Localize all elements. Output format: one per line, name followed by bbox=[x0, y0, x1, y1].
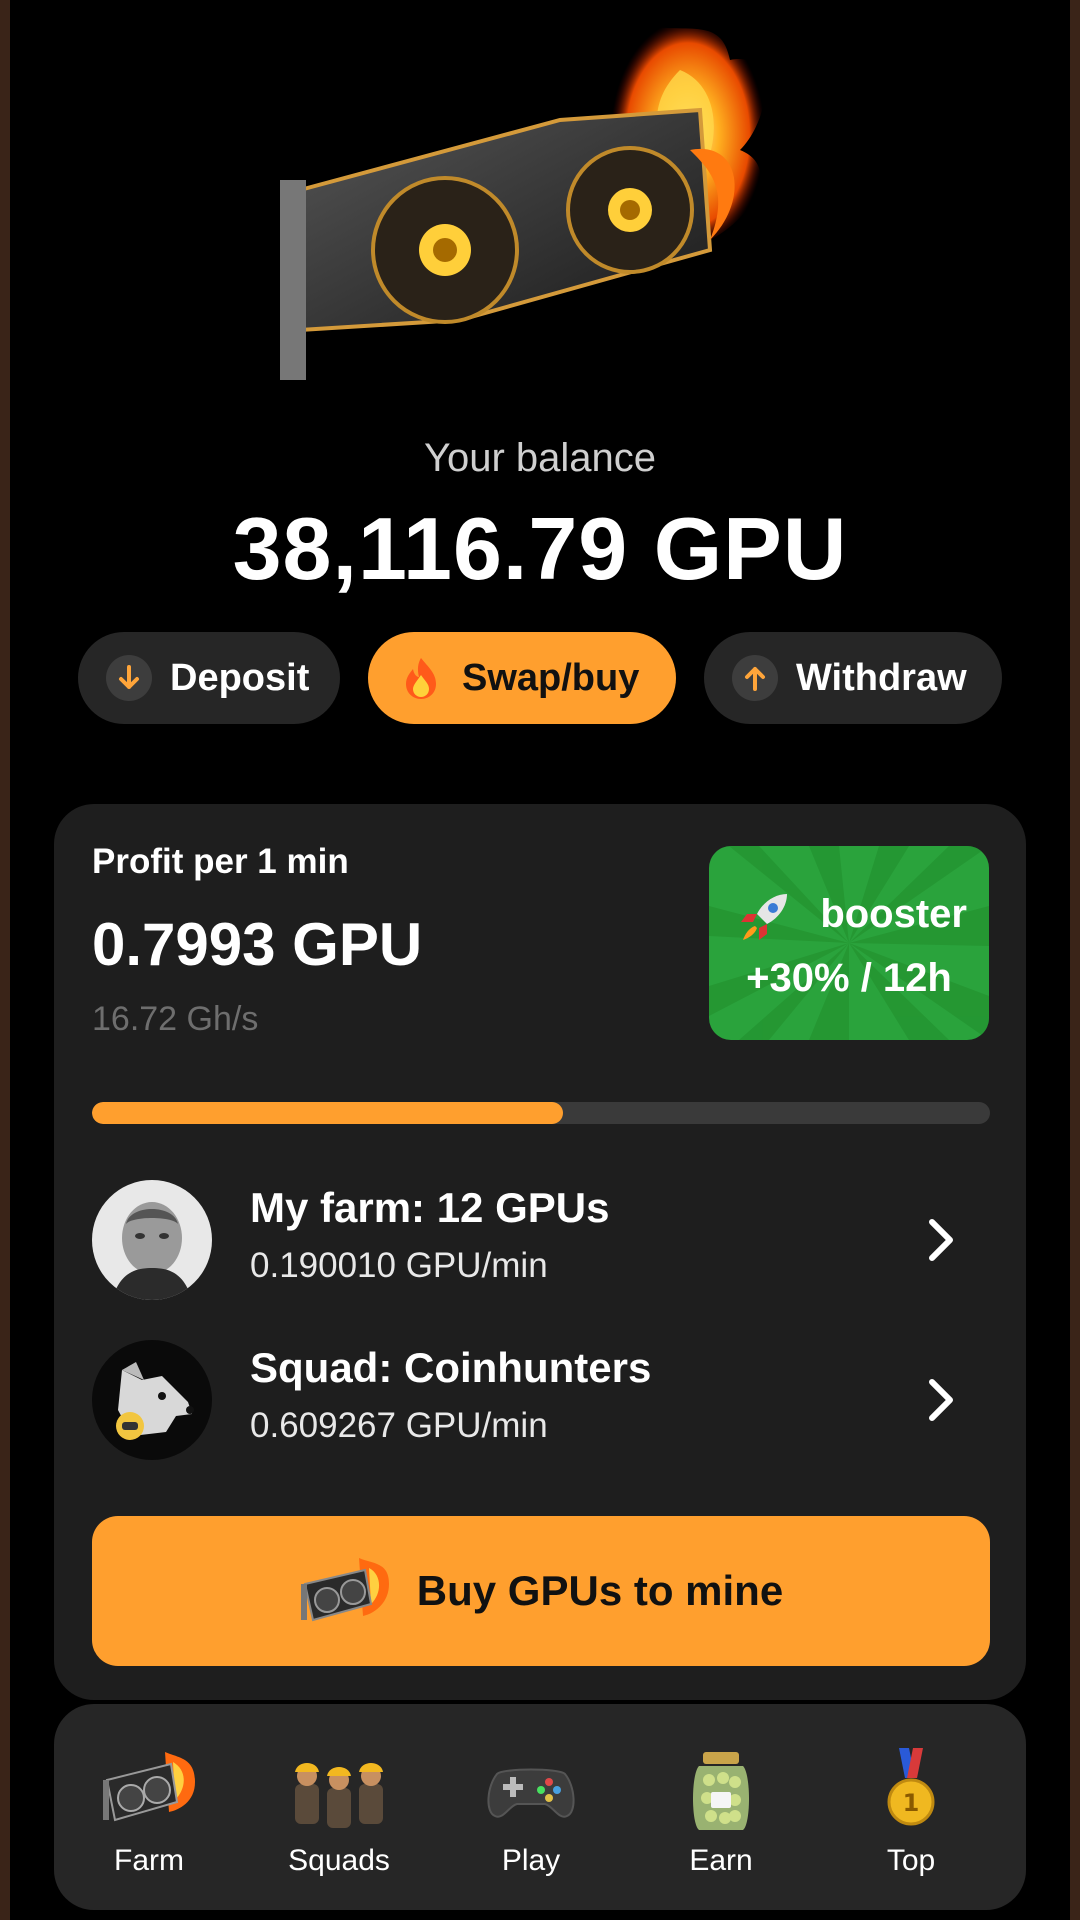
chevron-right-icon bbox=[929, 1379, 953, 1421]
fire-icon bbox=[406, 658, 436, 699]
my-farm-row[interactable]: My farm: 12 GPUs 0.190010 GPU/min bbox=[92, 1180, 990, 1300]
avatar bbox=[92, 1180, 212, 1300]
nav-play-label: Play bbox=[501, 1844, 561, 1877]
right-edge bbox=[1070, 0, 1080, 1920]
bottom-nav: Farm Squads Play Earn 1 Top bbox=[54, 1704, 1026, 1910]
swap-buy-label: Swap/buy bbox=[462, 656, 640, 699]
nav-squads[interactable]: Squads bbox=[244, 1704, 434, 1910]
profit-label: Profit per 1 min bbox=[92, 842, 349, 881]
nav-farm-label: Farm bbox=[114, 1844, 184, 1877]
chevron-right-icon bbox=[929, 1219, 953, 1261]
action-bar: Deposit Swap/buy Withdraw bbox=[78, 632, 1002, 724]
buy-gpus-button[interactable]: Buy GPUs to mine bbox=[92, 1516, 990, 1666]
progress-fill bbox=[92, 1102, 564, 1124]
medal-icon: 1 bbox=[887, 1748, 935, 1826]
svg-text:1: 1 bbox=[903, 1789, 920, 1817]
jar-icon bbox=[693, 1752, 749, 1830]
squad-rate: 0.609267 GPU/min bbox=[250, 1406, 548, 1445]
balance-label: Your balance bbox=[423, 436, 657, 480]
arrow-down-icon bbox=[106, 655, 152, 701]
booster-button[interactable]: booster +30% / 12h bbox=[709, 846, 989, 1040]
booster-detail: +30% / 12h bbox=[746, 956, 952, 1000]
swap-buy-button[interactable]: Swap/buy bbox=[368, 632, 676, 724]
deposit-label: Deposit bbox=[170, 656, 310, 699]
arrow-up-icon bbox=[732, 655, 778, 701]
withdraw-label: Withdraw bbox=[796, 656, 967, 699]
gamepad-icon bbox=[487, 1768, 575, 1818]
gpu-fire-icon bbox=[103, 1752, 195, 1822]
gpu-fire-icon bbox=[300, 1558, 389, 1622]
nav-top-label: Top bbox=[886, 1844, 936, 1877]
left-edge bbox=[0, 0, 10, 1920]
my-farm-title: My farm: 12 GPUs bbox=[250, 1184, 610, 1231]
miners-icon bbox=[295, 1763, 383, 1828]
booster-title: booster bbox=[820, 892, 967, 936]
balance-value: 38,116.79 GPU bbox=[232, 499, 848, 598]
nav-play[interactable]: Play bbox=[436, 1704, 626, 1910]
profit-card: Profit per 1 min 0.7993 GPU 16.72 Gh/s b… bbox=[54, 804, 1026, 1700]
nav-earn[interactable]: Earn bbox=[626, 1704, 816, 1910]
squad-title: Squad: Coinhunters bbox=[250, 1344, 652, 1391]
nav-farm[interactable]: Farm bbox=[54, 1704, 244, 1910]
squad-row[interactable]: Squad: Coinhunters 0.609267 GPU/min bbox=[92, 1340, 990, 1460]
hashrate: 16.72 Gh/s bbox=[92, 1000, 259, 1038]
progress-bar bbox=[92, 1102, 990, 1124]
nav-top[interactable]: 1 Top bbox=[816, 1704, 1006, 1910]
my-farm-rate: 0.190010 GPU/min bbox=[250, 1246, 548, 1285]
profit-value: 0.7993 GPU bbox=[92, 911, 423, 978]
gpu-hero-image bbox=[280, 20, 765, 380]
buy-gpus-label: Buy GPUs to mine bbox=[416, 1567, 784, 1614]
deposit-button[interactable]: Deposit bbox=[78, 632, 340, 724]
nav-squads-label: Squads bbox=[288, 1844, 390, 1877]
nav-earn-label: Earn bbox=[689, 1844, 753, 1877]
rocket-icon bbox=[741, 894, 787, 940]
squad-avatar bbox=[92, 1340, 212, 1460]
withdraw-button[interactable]: Withdraw bbox=[704, 632, 1002, 724]
